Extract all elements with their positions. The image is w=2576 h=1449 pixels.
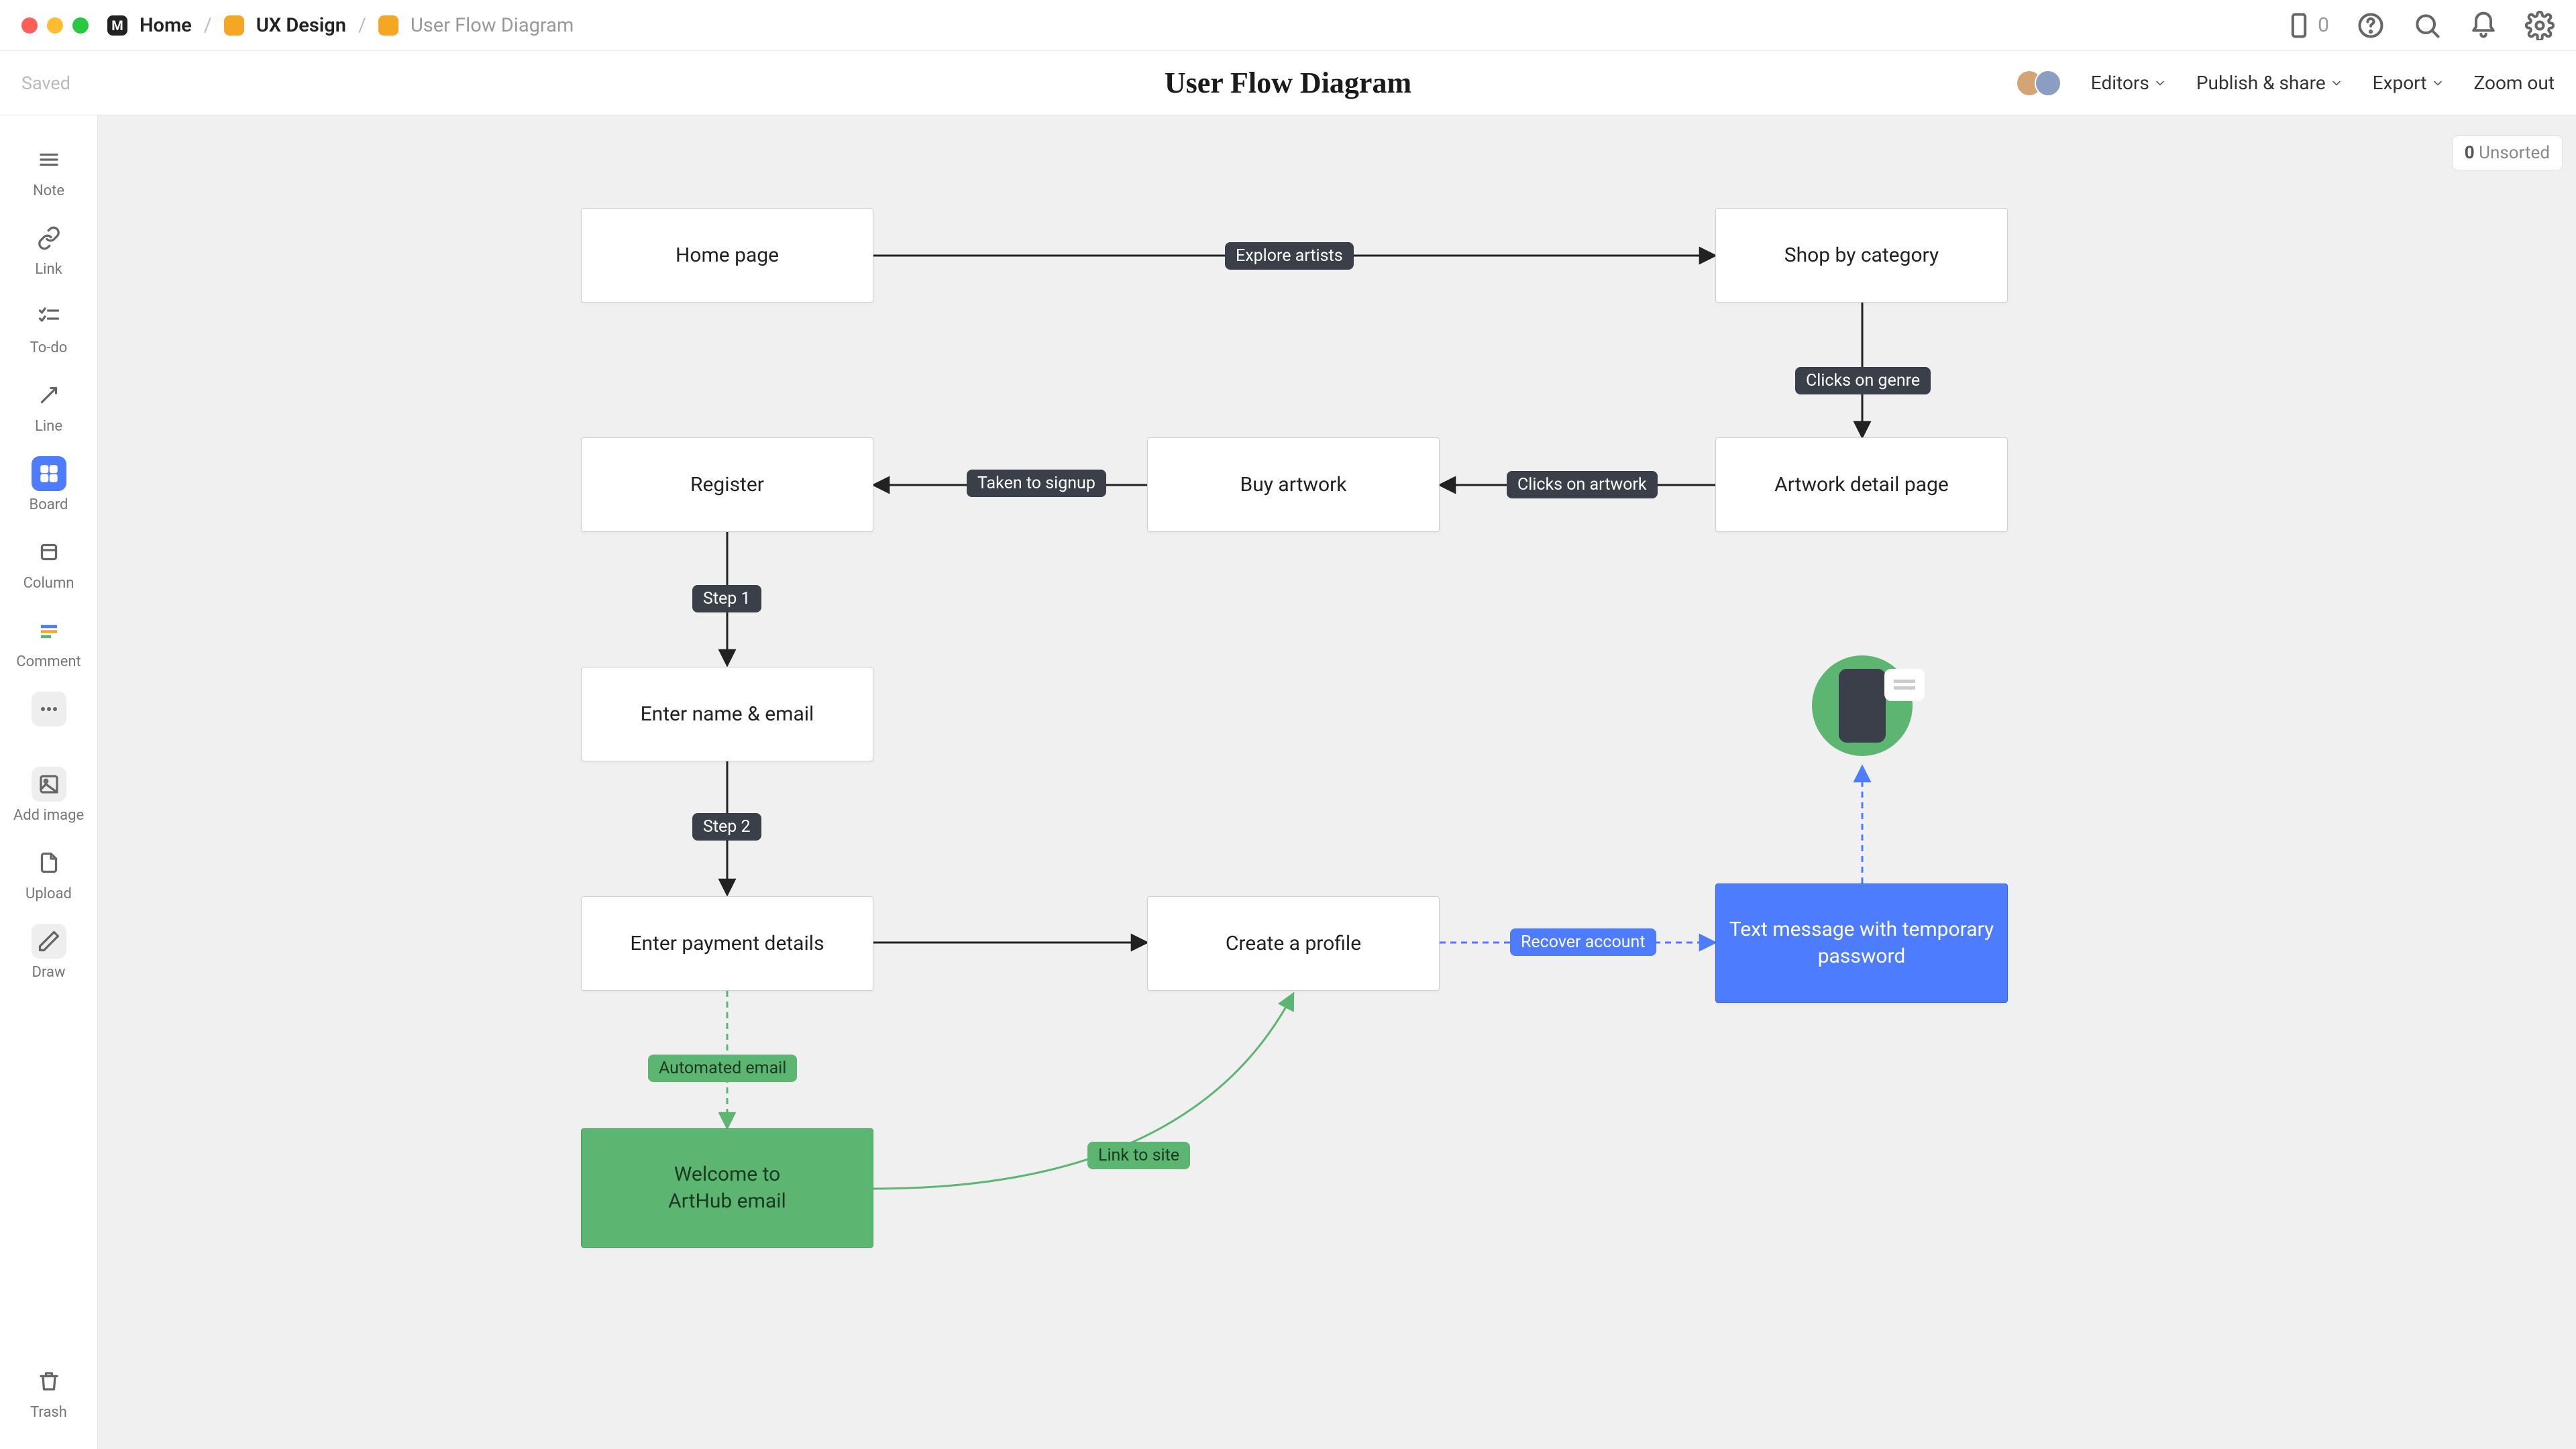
folder-icon[interactable] (224, 15, 244, 36)
edges (98, 115, 2576, 1449)
draw-tool[interactable]: Draw (0, 916, 97, 989)
welcome-line1: Welcome to (674, 1161, 780, 1189)
breadcrumb-page: User Flow Diagram (411, 14, 574, 37)
upload-label: Upload (25, 885, 72, 902)
publish-dropdown[interactable]: Publish & share (2196, 72, 2343, 94)
traffic-lights (21, 17, 89, 34)
edge-automated[interactable]: Automated email (648, 1055, 797, 1082)
upload-tool[interactable]: Upload (0, 837, 97, 910)
trash-tool[interactable]: Trash (0, 1356, 97, 1429)
note-tool[interactable]: Note (0, 134, 97, 207)
unsorted-count: 0 (2465, 143, 2475, 163)
link-label: Link (35, 261, 62, 278)
settings-icon[interactable] (2525, 11, 2555, 40)
node-buy-artwork[interactable]: Buy artwork (1147, 437, 1440, 532)
edge-taken-signup[interactable]: Taken to signup (967, 470, 1106, 497)
node-shop-category[interactable]: Shop by category (1715, 208, 2008, 303)
add-image-label: Add image (13, 807, 84, 824)
edge-step1[interactable]: Step 1 (692, 585, 761, 612)
more-tool[interactable] (0, 684, 97, 735)
device-count: 0 (2318, 13, 2329, 37)
board-tool[interactable]: Board (0, 448, 97, 521)
edge-recover[interactable]: Recover account (1510, 928, 1656, 956)
export-dropdown[interactable]: Export (2373, 72, 2445, 94)
editor-avatars[interactable] (2016, 70, 2061, 97)
node-welcome-email[interactable]: Welcome to ArtHub email (581, 1128, 873, 1248)
node-register[interactable]: Register (581, 437, 873, 532)
node-text-message[interactable]: Text message with temporary password (1715, 883, 2008, 1003)
document-header: Saved User Flow Diagram Editors Publish … (0, 51, 2576, 115)
close-window-icon[interactable] (21, 17, 38, 34)
page-title[interactable]: User Flow Diagram (1165, 66, 1411, 100)
help-icon[interactable] (2356, 11, 2385, 40)
canvas[interactable]: 0 Unsorted (98, 115, 2576, 1449)
breadcrumb: M Home / UX Design / User Flow Diagram (107, 14, 574, 37)
notifications-icon[interactable] (2469, 11, 2498, 40)
column-label: Column (23, 575, 74, 592)
breadcrumb-home[interactable]: Home (140, 14, 192, 37)
edge-clicks-artwork[interactable]: Clicks on artwork (1507, 471, 1658, 498)
home-icon[interactable]: M (107, 15, 127, 36)
board-label: Board (30, 496, 68, 513)
todo-tool[interactable]: To-do (0, 291, 97, 364)
node-home-page[interactable]: Home page (581, 208, 873, 303)
node-enter-payment[interactable]: Enter payment details (581, 896, 873, 991)
breadcrumb-separator: / (204, 14, 212, 37)
device-badge[interactable]: 0 (2284, 11, 2329, 40)
save-status: Saved (21, 72, 70, 94)
draw-label: Draw (32, 964, 66, 981)
edge-explore[interactable]: Explore artists (1225, 242, 1354, 270)
breadcrumb-separator: / (358, 14, 366, 37)
export-label: Export (2373, 72, 2427, 94)
window-titlebar: M Home / UX Design / User Flow Diagram 0 (0, 0, 2576, 51)
comment-label: Comment (16, 653, 80, 670)
search-icon[interactable] (2412, 11, 2442, 40)
unsorted-label: Unsorted (2479, 143, 2550, 163)
trash-label: Trash (30, 1404, 67, 1421)
publish-label: Publish & share (2196, 72, 2326, 94)
unsorted-pill[interactable]: 0 Unsorted (2452, 136, 2563, 170)
phone-message-icon[interactable] (1812, 655, 1913, 756)
edge-clicks-genre[interactable]: Clicks on genre (1795, 367, 1931, 394)
column-tool[interactable]: Column (0, 527, 97, 600)
edge-step2[interactable]: Step 2 (692, 813, 761, 841)
breadcrumb-project[interactable]: UX Design (256, 14, 346, 37)
page-icon[interactable] (378, 15, 398, 36)
edge-link-site[interactable]: Link to site (1087, 1142, 1190, 1169)
comment-tool[interactable]: Comment (0, 605, 97, 678)
todo-label: To-do (30, 339, 68, 356)
welcome-line2: ArtHub email (668, 1188, 786, 1216)
add-image-tool[interactable]: Add image (0, 759, 97, 832)
line-tool[interactable]: Line (0, 370, 97, 443)
node-create-profile[interactable]: Create a profile (1147, 896, 1440, 991)
node-artwork-detail[interactable]: Artwork detail page (1715, 437, 2008, 532)
node-enter-name[interactable]: Enter name & email (581, 667, 873, 761)
editors-dropdown[interactable]: Editors (2091, 72, 2167, 94)
note-label: Note (33, 182, 64, 199)
link-tool[interactable]: Link (0, 213, 97, 286)
editors-label: Editors (2091, 72, 2149, 94)
tool-sidebar: Note Link To-do Line Board Column Commen… (0, 115, 98, 1449)
maximize-window-icon[interactable] (72, 17, 89, 34)
zoom-out-button[interactable]: Zoom out (2474, 72, 2555, 94)
minimize-window-icon[interactable] (47, 17, 63, 34)
line-label: Line (35, 418, 62, 435)
